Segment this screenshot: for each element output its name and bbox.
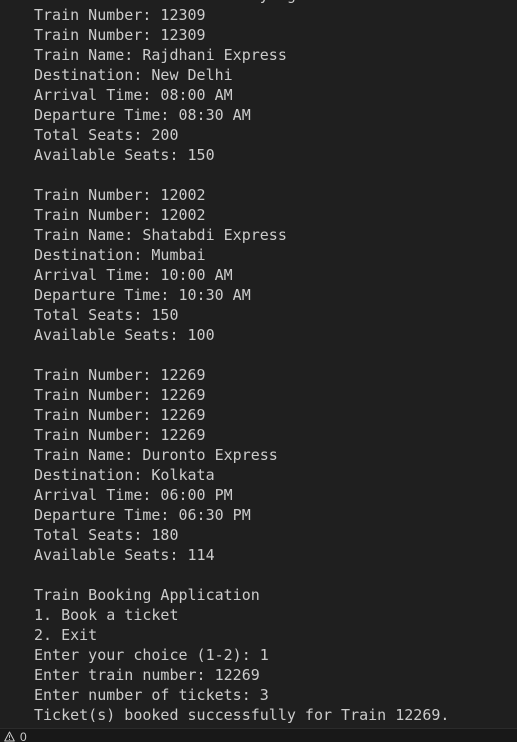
problems-count: 0 bbox=[20, 730, 27, 742]
terminal-line: Destination: New Delhi bbox=[34, 66, 233, 84]
terminal-line: Available Seats: 100 bbox=[34, 326, 215, 344]
terminal-line: 1. Book a ticket bbox=[34, 606, 179, 624]
terminal-panel[interactable]: Invalid choice. Please try again.Train N… bbox=[0, 0, 517, 728]
terminal-line: Arrival Time: 08:00 AM bbox=[34, 86, 233, 104]
terminal-line: Train Booking Application bbox=[34, 586, 260, 604]
terminal-line: Enter train number: 12269 bbox=[34, 666, 260, 684]
terminal-line: Destination: Kolkata bbox=[34, 466, 215, 484]
terminal-line: Available Seats: 114 bbox=[34, 546, 215, 564]
terminal-line: Train Number: 12309 bbox=[34, 6, 206, 24]
terminal-line: Destination: Mumbai bbox=[34, 246, 206, 264]
terminal-line: Arrival Time: 10:00 AM bbox=[34, 266, 233, 284]
warning-icon bbox=[4, 731, 15, 742]
terminal-line: Train Number: 12002 bbox=[34, 206, 206, 224]
terminal-line: Train Name: Duronto Express bbox=[34, 446, 278, 464]
terminal-line: Total Seats: 200 bbox=[34, 126, 179, 144]
terminal-line: Total Seats: 180 bbox=[34, 526, 179, 544]
terminal-line: Train Number: 12269 bbox=[34, 386, 206, 404]
terminal-line: Train Number: 12269 bbox=[34, 426, 206, 444]
terminal-line: Train Number: 12002 bbox=[34, 186, 206, 204]
terminal-line: Arrival Time: 06:00 PM bbox=[34, 486, 233, 504]
terminal-line: Train Number: 12309 bbox=[34, 26, 206, 44]
terminal-line: Available Seats: 150 bbox=[34, 146, 215, 164]
terminal-line: Departure Time: 08:30 AM bbox=[34, 106, 251, 124]
terminal-line: Train Name: Shatabdi Express bbox=[34, 226, 287, 244]
terminal-line: Train Number: 12269 bbox=[34, 366, 206, 384]
terminal-line: Departure Time: 10:30 AM bbox=[34, 286, 251, 304]
terminal-line: Train Number: 12269 bbox=[34, 406, 206, 424]
terminal-line: Total Seats: 150 bbox=[34, 306, 179, 324]
problems-status-item[interactable]: 0 bbox=[4, 731, 27, 742]
terminal-line: Departure Time: 06:30 PM bbox=[34, 506, 251, 524]
terminal-line: 2. Exit bbox=[34, 626, 98, 644]
terminal-line: Enter your choice (1-2): 1 bbox=[34, 646, 269, 664]
terminal-line: Train Name: Rajdhani Express bbox=[34, 46, 287, 64]
terminal-output: Invalid choice. Please try again.Train N… bbox=[34, 0, 449, 725]
terminal-line: Enter number of tickets: 3 bbox=[34, 686, 269, 704]
terminal-line: Ticket(s) booked successfully for Train … bbox=[34, 706, 450, 724]
status-bar: 0 bbox=[0, 728, 517, 742]
